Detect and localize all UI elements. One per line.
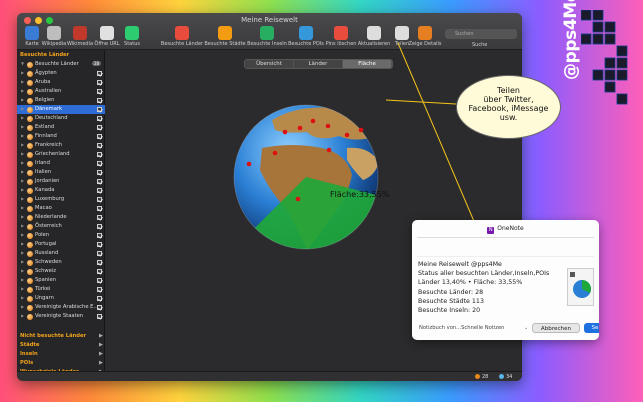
dialog-text-line: Status aller besuchten Länder,Inseln,POI… [418, 270, 550, 278]
other-count: 34 [499, 374, 512, 380]
pin[interactable] [295, 196, 301, 202]
search-input[interactable]: Suchen [445, 29, 517, 39]
cancel-button[interactable]: Abbrechen [532, 323, 580, 333]
toolbar-label: Besuchte Länder [160, 41, 204, 47]
pin[interactable] [310, 118, 316, 124]
toolbar-button-visited-countries[interactable]: Besuchte Länder [161, 26, 203, 47]
pin[interactable] [282, 129, 288, 135]
search-label: Suche [472, 42, 488, 48]
other-count-value: 34 [506, 374, 513, 380]
toolbar-button-visited-pois[interactable]: Besuchte POIs [288, 26, 324, 47]
dialog-title-field[interactable] [417, 237, 594, 257]
toolbar-button-details[interactable]: Zeige Details [408, 26, 442, 47]
globe-icon [499, 374, 504, 379]
delete-pins-icon [334, 26, 348, 40]
details-icon [418, 26, 432, 40]
toolbar-label: Besuchte Städte [204, 41, 246, 47]
area-percentage-label: Fläche:33,55% [330, 190, 390, 199]
pin[interactable] [358, 127, 364, 133]
send-button[interactable]: Senden [584, 323, 599, 333]
map-globe-icon [25, 26, 39, 40]
title-bar: Meine Reisewelt Karte Wikipedia Wikimedia Ö… [17, 13, 522, 50]
visited-cities-icon [218, 26, 232, 40]
brand-logo-text: @pps4Me [561, 0, 581, 80]
dialog-text-line: Besuchte Städte 113 [418, 297, 484, 305]
chevron-down-icon[interactable]: ⌄ [524, 325, 528, 331]
callout-line: usw. [499, 113, 518, 122]
toolbar-label: Zeige Details [408, 41, 442, 47]
visited-pois-icon [299, 26, 313, 40]
share-icon [395, 26, 409, 40]
brand-block-logo [581, 10, 628, 105]
pin[interactable] [297, 125, 303, 131]
onenote-share-dialog: N OneNote Meine Reisewelt @pps4Me Status a… [412, 220, 599, 340]
pin[interactable] [325, 123, 331, 129]
refresh-icon [367, 26, 381, 40]
open-url-arrow-icon [100, 26, 114, 40]
notebook-selector[interactable]: Notizbuch von...Schnelle Notizen [419, 325, 504, 331]
status-bar: 28 34 [17, 371, 522, 381]
toolbar-button-visited-cities[interactable]: Besuchte Städte [204, 26, 246, 47]
pin[interactable] [272, 150, 278, 156]
wikipedia-globe-icon [47, 26, 61, 40]
pin[interactable] [344, 132, 350, 138]
pin[interactable] [246, 161, 252, 167]
callout-line: Teilen [497, 86, 520, 95]
status-globe-icon [125, 26, 139, 40]
dialog-text-line: Länder 13,40% • Fläche: 33,55% [418, 279, 523, 287]
callout-line: über Twitter, [483, 95, 534, 104]
share-callout-bubble: Teilen über Twitter, Facebook, iMessage usw… [456, 75, 561, 139]
toolbar-label: Status [124, 41, 140, 47]
visited-countries-icon [175, 26, 189, 40]
countries-count-value: 28 [482, 374, 489, 380]
pin[interactable] [326, 147, 332, 153]
dialog-text-line: Besuchte Länder: 28 [418, 288, 484, 296]
visited-islands-icon [260, 26, 274, 40]
dialog-title-text: OneNote [497, 225, 524, 232]
dialog-title: N OneNote [412, 225, 599, 234]
window-title: Meine Reisewelt [241, 16, 298, 24]
share-preview-thumbnail [567, 268, 594, 306]
dialog-text-line: Besuchte Inseln: 20 [418, 307, 481, 314]
globe-icon [475, 374, 480, 379]
toolbar-button-status-globe[interactable]: Status [119, 26, 145, 47]
callout-line: Facebook, iMessage [468, 104, 549, 113]
wikimedia-icon [73, 26, 87, 40]
onenote-icon: N [487, 227, 495, 234]
visited-countries-count: 28 [475, 374, 488, 380]
toolbar-button-visited-islands[interactable]: Besuchte Inseln [247, 26, 287, 47]
dialog-text-line: Meine Reisewelt @pps4Me [418, 261, 502, 268]
